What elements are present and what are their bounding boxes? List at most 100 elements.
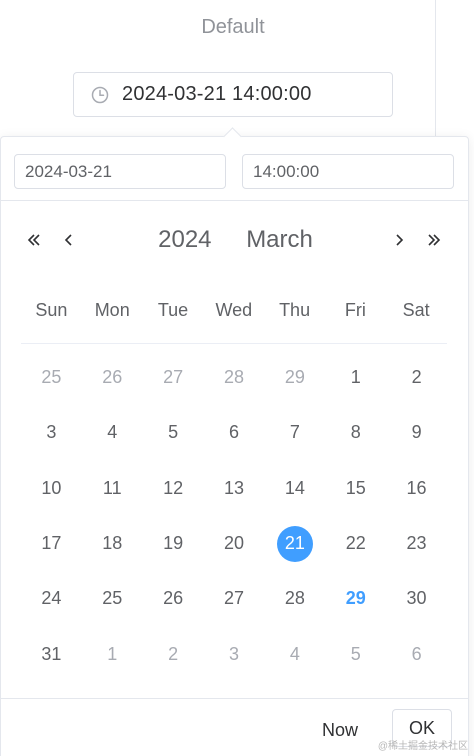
next-year-button[interactable] — [421, 225, 447, 255]
day-number: 19 — [163, 533, 184, 554]
trigger-value: 2024-03-21 14:00:00 — [122, 83, 312, 105]
day-number: 26 — [102, 367, 123, 388]
day-number: 31 — [41, 643, 62, 664]
day-number: 6 — [228, 422, 239, 443]
day-cell[interactable]: 29 — [264, 350, 325, 405]
day-cell[interactable]: 11 — [82, 461, 143, 516]
day-cell[interactable]: 28 — [264, 571, 325, 626]
day-number: 13 — [223, 477, 244, 498]
day-number: 15 — [345, 477, 366, 498]
day-number: 7 — [289, 422, 300, 443]
day-cell-selected[interactable]: 21 — [264, 516, 325, 571]
day-cell[interactable]: 19 — [143, 516, 204, 571]
day-number: 12 — [163, 477, 184, 498]
day-number: 8 — [350, 422, 361, 443]
day-number: 22 — [345, 533, 366, 554]
picker-header: 2024-03-21 14:00:00 — [1, 137, 468, 201]
day-number: 23 — [406, 533, 427, 554]
day-cell[interactable]: 18 — [82, 516, 143, 571]
next-month-button[interactable] — [387, 225, 411, 255]
day-number: 29 — [284, 367, 305, 388]
day-cell[interactable]: 26 — [143, 571, 204, 626]
day-cell[interactable]: 7 — [264, 405, 325, 460]
day-number: 28 — [284, 588, 305, 609]
section-label: Default — [201, 16, 265, 38]
day-number: 5 — [350, 643, 361, 664]
weekday-label: Mon — [94, 300, 130, 320]
date-input[interactable]: 2024-03-21 — [14, 154, 226, 189]
day-cell[interactable]: 14 — [264, 461, 325, 516]
day-cell[interactable]: 2 — [386, 350, 447, 405]
now-button[interactable]: Now — [312, 715, 368, 745]
day-cell[interactable]: 5 — [325, 626, 386, 681]
day-cell[interactable]: 2 — [143, 626, 204, 681]
day-cell[interactable]: 20 — [204, 516, 265, 571]
day-cell[interactable]: 6 — [386, 626, 447, 681]
day-number: 9 — [411, 422, 422, 443]
month-navigation: 2024 March — [1, 225, 468, 255]
day-cell[interactable]: 10 — [21, 461, 82, 516]
day-number: 25 — [102, 588, 123, 609]
weekday-divider — [21, 343, 447, 344]
day-cell[interactable]: 1 — [325, 350, 386, 405]
day-number: 2 — [168, 643, 179, 664]
day-grid: 25 26 27 28 29 1 2 3 4 5 6 7 8 9 10 11 12 13 14 15 16 17 18 19 2… — [21, 350, 447, 682]
day-cell[interactable]: 9 — [386, 405, 447, 460]
month-label[interactable]: March — [246, 226, 313, 253]
day-cell[interactable]: 30 — [386, 571, 447, 626]
day-number: 4 — [107, 422, 118, 443]
day-number: 27 — [163, 367, 184, 388]
day-cell[interactable]: 16 — [386, 461, 447, 516]
day-cell[interactable]: 4 — [264, 626, 325, 681]
day-cell[interactable]: 27 — [204, 571, 265, 626]
weekday-header: Sun Mon Tue Wed Thu Fri Sat — [21, 300, 447, 340]
weekday-label: Sat — [402, 300, 430, 320]
day-number: 1 — [350, 367, 361, 388]
clock-icon — [90, 85, 110, 105]
day-cell[interactable]: 12 — [143, 461, 204, 516]
day-number: 17 — [41, 533, 62, 554]
day-number: 28 — [223, 367, 244, 388]
day-number: 11 — [102, 477, 122, 498]
year-label[interactable]: 2024 — [158, 226, 211, 253]
day-cell[interactable]: 31 — [21, 626, 82, 681]
day-number: 14 — [284, 477, 305, 498]
day-cell[interactable]: 22 — [325, 516, 386, 571]
day-number: 3 — [228, 643, 239, 664]
day-cell[interactable]: 8 — [325, 405, 386, 460]
time-input[interactable]: 14:00:00 — [242, 154, 454, 189]
day-cell[interactable]: 1 — [82, 626, 143, 681]
day-number: 10 — [41, 477, 62, 498]
day-cell[interactable]: 17 — [21, 516, 82, 571]
day-cell[interactable]: 3 — [204, 626, 265, 681]
day-cell[interactable]: 13 — [204, 461, 265, 516]
watermark: @稀土掘金技术社区 — [377, 741, 468, 752]
day-cell[interactable]: 3 — [21, 405, 82, 460]
day-number: 5 — [168, 422, 179, 443]
weekday-label: Wed — [215, 300, 253, 320]
day-cell[interactable]: 23 — [386, 516, 447, 571]
day-cell[interactable]: 4 — [82, 405, 143, 460]
day-cell[interactable]: 27 — [143, 350, 204, 405]
day-cell[interactable]: 15 — [325, 461, 386, 516]
day-cell-today[interactable]: 29 — [325, 571, 386, 626]
day-number: 27 — [223, 588, 244, 609]
day-cell[interactable]: 25 — [82, 571, 143, 626]
day-cell[interactable]: 5 — [143, 405, 204, 460]
day-number: 30 — [406, 588, 427, 609]
day-number: 21 — [276, 525, 313, 562]
chevron-right-icon — [396, 234, 404, 246]
day-cell[interactable]: 24 — [21, 571, 82, 626]
weekday-label: Thu — [279, 300, 311, 320]
day-number: 3 — [46, 422, 57, 443]
day-number: 26 — [163, 588, 184, 609]
double-chevron-right-icon — [428, 234, 441, 246]
day-number: 6 — [411, 643, 422, 664]
weekday-label: Sun — [35, 300, 68, 320]
day-cell[interactable]: 26 — [82, 350, 143, 405]
day-number: 2 — [411, 367, 422, 388]
datetime-trigger-input[interactable]: 2024-03-21 14:00:00 — [73, 72, 393, 117]
day-cell[interactable]: 25 — [21, 350, 82, 405]
day-cell[interactable]: 6 — [204, 405, 265, 460]
day-cell[interactable]: 28 — [204, 350, 265, 405]
